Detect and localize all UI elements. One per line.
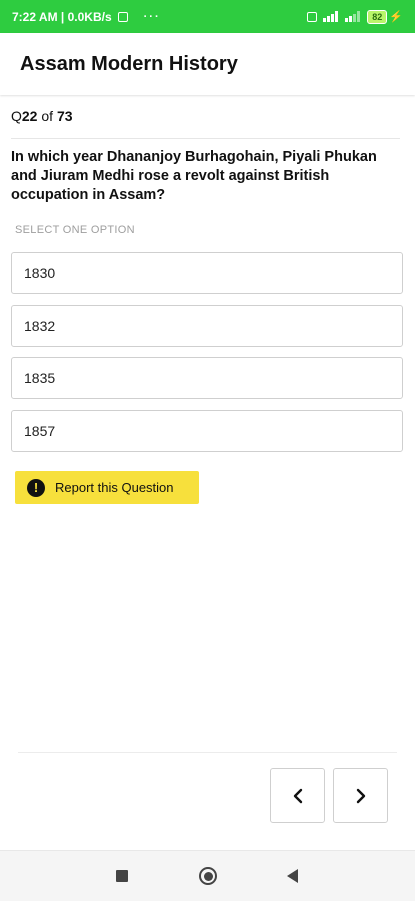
page-title: Assam Modern History [20,52,238,75]
notification-icon [117,11,128,22]
signal-icon [323,11,339,22]
counter-current: 22 [21,108,38,124]
alert-icon: ! [27,478,45,497]
report-question-label: Report this Question [55,480,174,495]
option-3[interactable]: 1835 [11,357,403,399]
question-text: In which year Dhananjoy Burhagohain, Piy… [11,149,377,203]
system-nav-bar [0,850,415,901]
report-question-button[interactable]: ! Report this Question [15,471,199,504]
option-1[interactable]: 1830 [11,252,403,294]
recents-button[interactable] [116,870,128,882]
divider [11,138,400,139]
counter-of: of [37,108,57,124]
app-header: Assam Modern History [0,33,415,95]
chevron-left-icon [293,788,302,803]
back-button[interactable] [287,869,298,883]
bottom-divider [18,752,397,753]
signal-icon-2 [345,11,361,22]
options-list: 1830 1832 1835 1857 [11,252,403,462]
option-4[interactable]: 1857 [11,409,403,452]
next-question-button[interactable] [333,768,388,823]
counter-total: 73 [56,108,73,124]
battery-icon: 82 ⚡ [367,9,403,24]
counter-prefix: Q [11,108,22,124]
question-counter: Q22 of 73 [11,108,73,124]
charging-icon: ⚡ [389,11,403,23]
battery-level: 82 [367,9,388,24]
alarm-icon [307,11,318,22]
chevron-right-icon [356,788,365,803]
options-label: SELECT ONE OPTION [15,224,135,236]
status-bar: 7:22 AM | 0.0KB/s ··· 82 ⚡ [0,0,415,33]
previous-question-button[interactable] [270,768,325,823]
home-button[interactable] [199,867,217,885]
status-time-speed: 7:22 AM | 0.0KB/s [12,9,112,24]
home-icon [203,871,213,881]
more-notifications-icon: ··· [143,10,161,23]
option-2[interactable]: 1832 [11,304,403,347]
